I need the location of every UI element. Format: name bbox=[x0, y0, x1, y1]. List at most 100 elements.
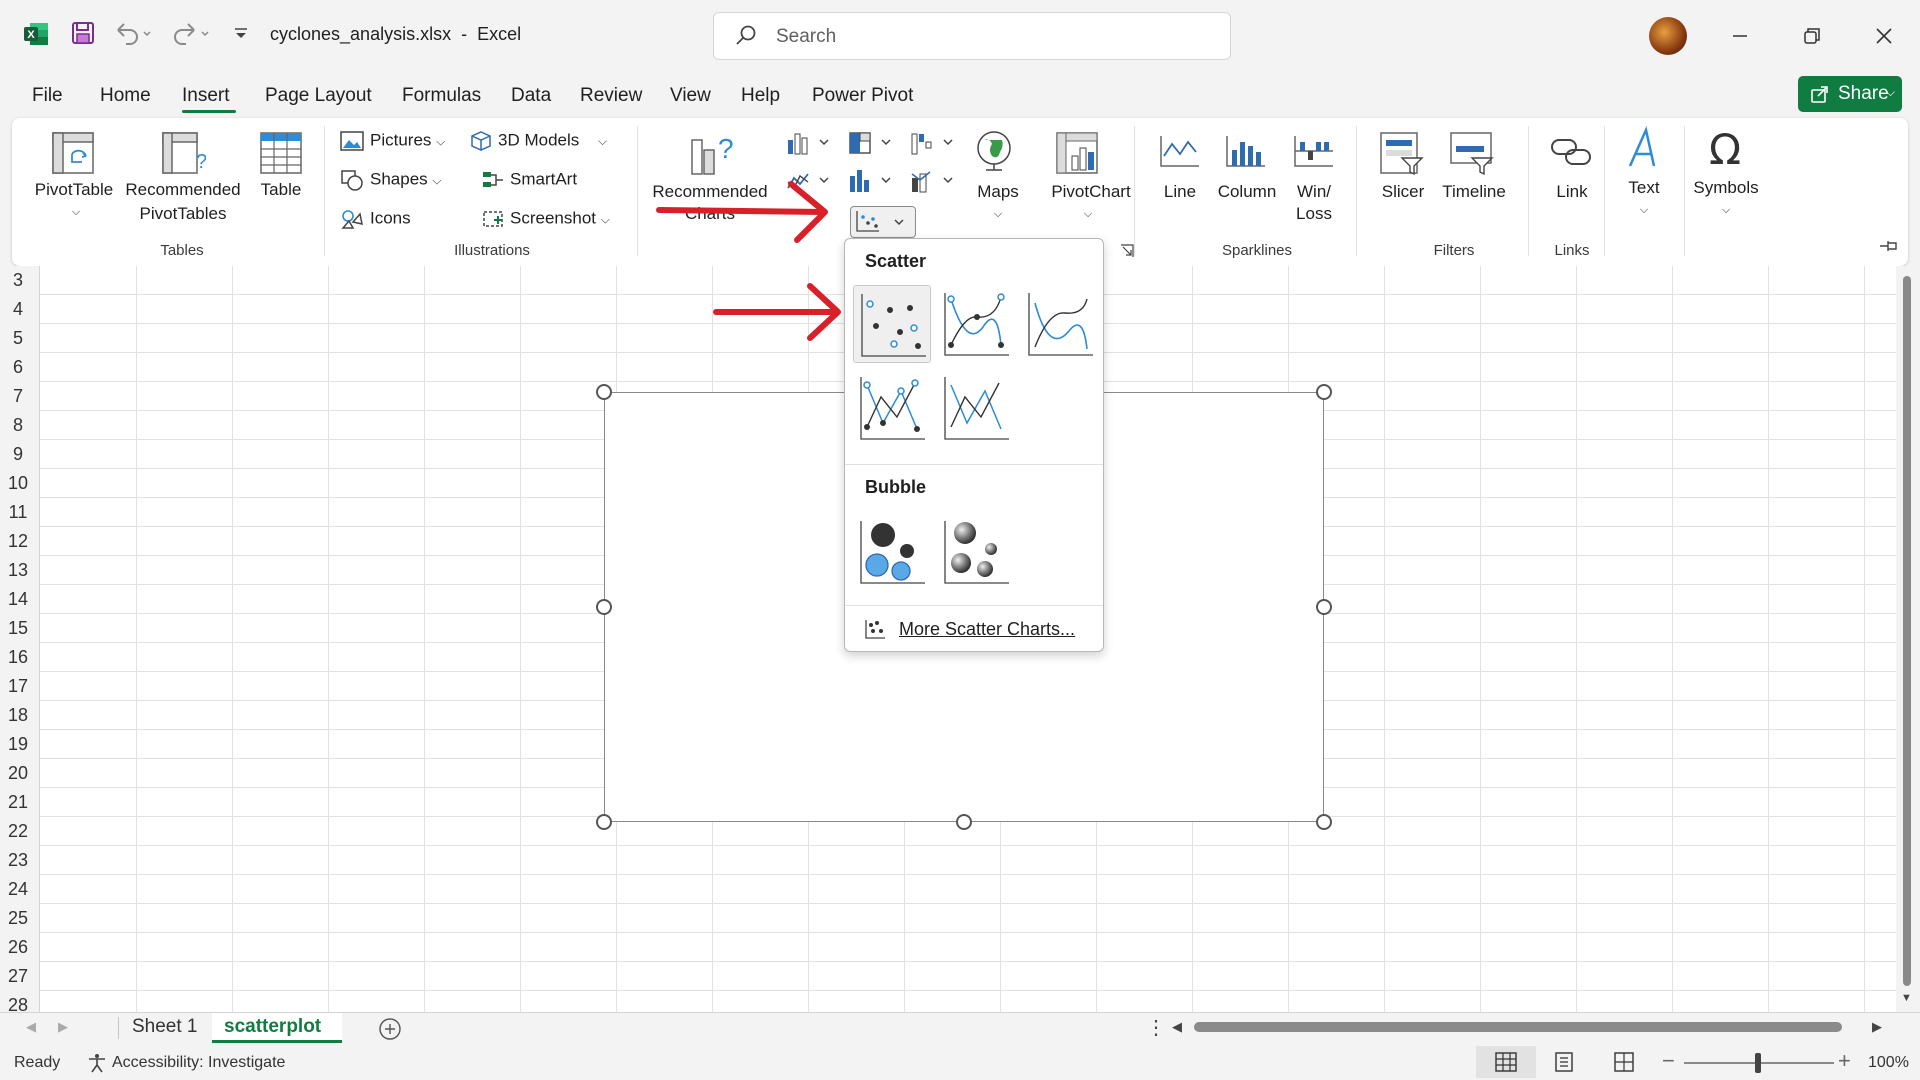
pivottable-label[interactable]: PivotTable bbox=[26, 178, 122, 202]
globe-icon[interactable] bbox=[974, 130, 1014, 172]
scroll-sheets-left-icon[interactable]: ◀ bbox=[26, 1019, 36, 1035]
normal-view-button[interactable] bbox=[1476, 1046, 1536, 1078]
horizontal-scrollbar-thumb[interactable] bbox=[1194, 1022, 1842, 1032]
sheet-tab-sheet1[interactable]: Sheet 1 bbox=[132, 1016, 198, 1038]
vertical-scrollbar[interactable]: ▼ bbox=[1896, 266, 1920, 1012]
icons-button[interactable]: Icons bbox=[340, 208, 411, 230]
scroll-left-icon[interactable]: ◀ bbox=[1172, 1019, 1182, 1035]
page-layout-view-icon[interactable] bbox=[1552, 1050, 1576, 1074]
resize-handle-top-right[interactable] bbox=[1316, 384, 1332, 400]
tab-formulas[interactable]: Formulas bbox=[402, 85, 481, 107]
slicer-label[interactable]: Slicer bbox=[1368, 180, 1438, 204]
accessibility-status[interactable]: Accessibility: Investigate bbox=[112, 1054, 285, 1072]
scatter-straight-lines-option[interactable] bbox=[937, 369, 1015, 447]
omega-symbol-icon[interactable]: Ω bbox=[1702, 126, 1748, 172]
redo-icon[interactable] bbox=[170, 20, 210, 46]
share-button[interactable]: Share ⌵ bbox=[1798, 76, 1902, 112]
more-options-icon[interactable]: ⋮ bbox=[1146, 1015, 1166, 1040]
chevron-down-icon[interactable]: ⌵ bbox=[988, 202, 1008, 226]
symbols-label[interactable]: Symbols bbox=[1688, 176, 1764, 200]
resize-handle-bottom[interactable] bbox=[956, 814, 972, 830]
pivotchart-icon[interactable] bbox=[1054, 130, 1100, 176]
pin-ribbon-icon[interactable] bbox=[1878, 238, 1902, 254]
row-header[interactable]: 19 bbox=[0, 734, 36, 755]
row-header[interactable]: 13 bbox=[0, 560, 36, 581]
scatter-straight-lines-markers-option[interactable] bbox=[853, 369, 931, 447]
link-label[interactable]: Link bbox=[1542, 180, 1602, 204]
scatter-chart-dropdown-button[interactable] bbox=[850, 206, 916, 238]
pivotchart-label[interactable]: PivotChart bbox=[1036, 180, 1146, 204]
resize-handle-top-left[interactable] bbox=[596, 384, 612, 400]
resize-handle-right[interactable] bbox=[1316, 599, 1332, 615]
scroll-right-icon[interactable]: ▶ bbox=[1872, 1019, 1882, 1035]
sparkline-line-label[interactable]: Line bbox=[1148, 180, 1212, 204]
dialog-launcher-icon[interactable] bbox=[1120, 244, 1134, 258]
row-header[interactable]: 21 bbox=[0, 792, 36, 813]
add-sheet-icon[interactable] bbox=[378, 1017, 402, 1041]
recommended-pivottables-icon[interactable]: ? bbox=[160, 130, 206, 176]
tab-power-pivot[interactable]: Power Pivot bbox=[812, 85, 913, 107]
save-icon[interactable] bbox=[70, 20, 96, 46]
sheet-tab-scatterplot[interactable]: scatterplot bbox=[212, 1013, 342, 1043]
maps-label[interactable]: Maps bbox=[970, 180, 1026, 204]
vertical-scrollbar-thumb[interactable] bbox=[1903, 276, 1911, 986]
chevron-down-icon[interactable]: ⌵ bbox=[66, 200, 86, 224]
timeline-label[interactable]: Timeline bbox=[1432, 180, 1516, 204]
table-label[interactable]: Table bbox=[244, 178, 318, 202]
scroll-sheets-right-icon[interactable]: ▶ bbox=[58, 1019, 68, 1035]
user-avatar[interactable] bbox=[1649, 17, 1687, 55]
tab-home[interactable]: Home bbox=[100, 85, 151, 107]
recommended-charts-icon[interactable]: ? bbox=[688, 130, 740, 176]
resize-handle-left[interactable] bbox=[596, 599, 612, 615]
row-header[interactable]: 25 bbox=[0, 908, 36, 929]
close-icon[interactable] bbox=[1862, 14, 1906, 58]
sparkline-line-icon[interactable] bbox=[1158, 132, 1202, 172]
resize-handle-bottom-left[interactable] bbox=[596, 814, 612, 830]
chevron-down-icon[interactable]: ⌵ bbox=[1716, 198, 1736, 222]
tab-view[interactable]: View bbox=[670, 85, 711, 107]
more-scatter-charts-link[interactable]: More Scatter Charts... bbox=[899, 619, 1075, 640]
recommended-pivottables-label-1[interactable]: Recommended bbox=[116, 178, 250, 202]
page-break-view-icon[interactable] bbox=[1612, 1050, 1636, 1074]
undo-icon[interactable] bbox=[112, 20, 152, 46]
zoom-slider-thumb[interactable] bbox=[1755, 1053, 1761, 1073]
chevron-down-icon[interactable]: ⌵ bbox=[1634, 198, 1654, 222]
scatter-smooth-lines-option[interactable] bbox=[1021, 285, 1099, 363]
scatter-smooth-lines-markers-option[interactable] bbox=[937, 285, 1015, 363]
row-header[interactable]: 5 bbox=[0, 328, 36, 349]
recommended-pivottables-label-2[interactable]: PivotTables bbox=[116, 202, 250, 226]
row-header[interactable]: 27 bbox=[0, 966, 36, 987]
tab-page-layout[interactable]: Page Layout bbox=[265, 85, 372, 107]
text-icon[interactable] bbox=[1622, 126, 1666, 172]
hierarchy-chart-dropdown-icon[interactable] bbox=[848, 130, 894, 156]
shapes-button[interactable]: Shapes ⌵ bbox=[340, 169, 442, 191]
statistic-chart-dropdown-icon[interactable] bbox=[848, 168, 894, 194]
zoom-in-icon[interactable]: + bbox=[1838, 1048, 1851, 1074]
zoom-slider[interactable] bbox=[1684, 1053, 1834, 1073]
tab-file[interactable]: File bbox=[32, 85, 63, 107]
slicer-icon[interactable] bbox=[1378, 130, 1424, 176]
sparkline-winloss-label-2[interactable]: Loss bbox=[1284, 202, 1344, 226]
row-header[interactable]: 7 bbox=[0, 386, 36, 407]
text-label[interactable]: Text bbox=[1614, 176, 1674, 200]
scatter-markers-option[interactable] bbox=[853, 285, 931, 363]
zoom-out-icon[interactable]: − bbox=[1662, 1048, 1675, 1074]
row-header[interactable]: 14 bbox=[0, 589, 36, 610]
bubble-option[interactable] bbox=[853, 513, 931, 591]
table-icon[interactable] bbox=[258, 130, 304, 176]
row-header[interactable]: 12 bbox=[0, 531, 36, 552]
row-header[interactable]: 15 bbox=[0, 618, 36, 639]
screenshot-button[interactable]: Screenshot ⌵ bbox=[482, 208, 610, 230]
3d-models-button[interactable]: 3D Models ⌵ bbox=[470, 130, 607, 152]
row-header[interactable]: 20 bbox=[0, 763, 36, 784]
row-header[interactable]: 24 bbox=[0, 879, 36, 900]
row-header[interactable]: 6 bbox=[0, 357, 36, 378]
minimize-icon[interactable] bbox=[1718, 14, 1762, 58]
row-header[interactable]: 11 bbox=[0, 502, 36, 523]
restore-icon[interactable] bbox=[1790, 14, 1834, 58]
timeline-icon[interactable] bbox=[1448, 130, 1494, 176]
chevron-down-icon[interactable]: ⌵ bbox=[1078, 202, 1098, 226]
tab-help[interactable]: Help bbox=[741, 85, 780, 107]
pivottable-icon[interactable] bbox=[50, 130, 96, 176]
search-box[interactable]: Search bbox=[713, 12, 1231, 60]
